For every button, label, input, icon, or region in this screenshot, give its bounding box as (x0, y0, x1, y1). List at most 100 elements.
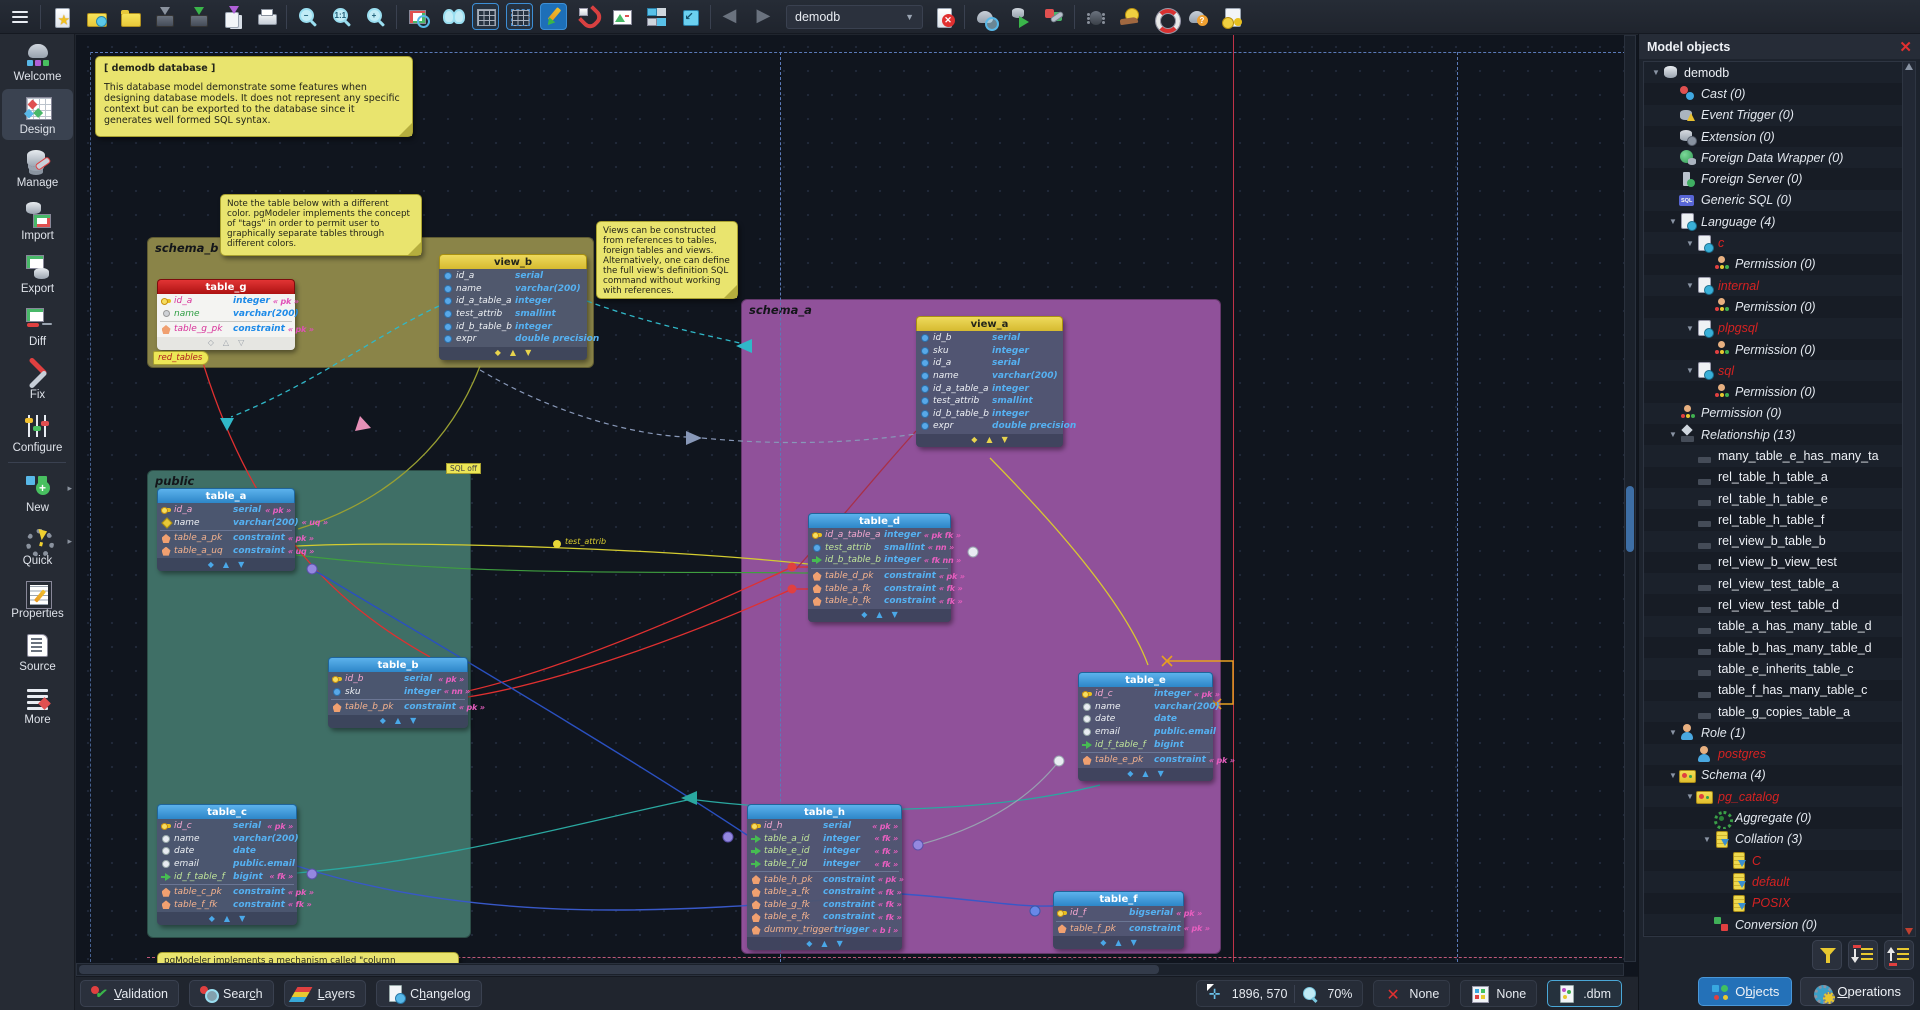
tree-item-generic-sql-0-[interactable]: Generic SQL (0) (1644, 190, 1902, 211)
report-bug-button[interactable] (1082, 3, 1109, 30)
export-model-button[interactable] (218, 3, 245, 30)
tree-item-sql[interactable]: ▼sql (1644, 360, 1902, 381)
collapse-icon[interactable]: ▲ (223, 561, 229, 569)
sidebar-item-properties[interactable]: Properties (2, 573, 73, 624)
table-table_b[interactable]: table_bid_bserial« pk »skuinteger« nn »t… (328, 657, 468, 728)
attribs-toggle-icon[interactable]: ◆ (1127, 770, 1133, 778)
about-pgmodeler-button[interactable] (1184, 3, 1211, 30)
tree-item-foreign-data-wrapper-0-[interactable]: Foreign Data Wrapper (0) (1644, 147, 1902, 168)
zoom-original-button[interactable] (328, 3, 355, 30)
attribs-toggle-icon[interactable]: ◆ (861, 611, 867, 619)
sidebar-item-export[interactable]: Export (2, 248, 73, 299)
expand-icon[interactable]: ▼ (1131, 939, 1137, 947)
print-model-button[interactable] (252, 3, 279, 30)
tree-item-conversion-0-[interactable]: Conversion (0) (1644, 914, 1902, 935)
expander-icon[interactable]: ▼ (1667, 430, 1679, 439)
expander-icon[interactable]: ▼ (1684, 324, 1696, 333)
compact-view-button[interactable] (676, 3, 703, 30)
close-panel-icon[interactable]: ✕ (1899, 38, 1912, 56)
attribs-toggle-icon[interactable]: ◆ (380, 717, 386, 725)
tree-item-collation-3-[interactable]: ▼Collation (3) (1644, 829, 1902, 850)
collapse-icon[interactable]: △ (223, 339, 229, 347)
expand-icon[interactable]: ▼ (892, 611, 898, 619)
close-model-button[interactable] (930, 3, 957, 30)
tree-item-rel_view_test_table_a[interactable]: rel_view_test_table_a (1644, 573, 1902, 594)
tree-item-table_e_inherits_table_c[interactable]: table_e_inherits_table_c (1644, 658, 1902, 679)
open-recent-button[interactable] (82, 3, 109, 30)
attribs-toggle-icon[interactable]: ◇ (208, 339, 214, 347)
canvas-hscroll[interactable] (76, 963, 1624, 976)
collapse-icon[interactable]: ▲ (1115, 939, 1121, 947)
expand-icon[interactable]: ▼ (239, 915, 245, 923)
show-grid-button[interactable] (472, 3, 499, 30)
model-overview-button[interactable] (404, 3, 431, 30)
edit-mode-button[interactable] (540, 3, 567, 30)
canvas-vscroll[interactable] (1624, 35, 1636, 962)
table-table_g[interactable]: table_gid_ainteger« pk »namevarchar(200)… (157, 279, 295, 350)
tree-item-role-1-[interactable]: ▼Role (1) (1644, 722, 1902, 743)
attribs-toggle-icon[interactable]: ◆ (495, 349, 501, 357)
sidebar-item-import[interactable]: Import (2, 195, 73, 246)
tree-item-rel_table_h_table_f[interactable]: rel_table_h_table_f (1644, 509, 1902, 530)
table-table_h[interactable]: table_hid_hserial« pk »table_a_idinteger… (747, 804, 902, 950)
expand-icon[interactable]: ▼ (1002, 436, 1008, 444)
tree-item-event-trigger-0-[interactable]: Event Trigger (0) (1644, 105, 1902, 126)
note-tags[interactable]: Note the table below with a different co… (220, 194, 422, 256)
zoom-out-button[interactable] (294, 3, 321, 30)
sidebar-item-welcome[interactable]: Welcome (2, 36, 73, 87)
tag-red_tables[interactable]: red_tables (153, 351, 209, 365)
sidebar-item-diff[interactable]: Diff (2, 301, 73, 352)
support-button[interactable] (1150, 3, 1177, 30)
expand-all-button[interactable] (1884, 940, 1914, 970)
tree-item-rel_view_test_table_d[interactable]: rel_view_test_table_d (1644, 594, 1902, 615)
tree-item-foreign-server-0-[interactable]: Foreign Server (0) (1644, 168, 1902, 189)
objects-view-button[interactable] (608, 3, 635, 30)
attribs-toggle-icon[interactable]: ◆ (209, 915, 215, 923)
file-type-badge[interactable]: .dbm (1547, 980, 1622, 1007)
tree-scrollbar[interactable] (1902, 62, 1915, 936)
tree-item-aggregate-0-[interactable]: Aggregate (0) (1644, 807, 1902, 828)
tree-item-language-4-[interactable]: ▼Language (4) (1644, 211, 1902, 232)
note-views[interactable]: Views can be constructed from references… (596, 221, 738, 299)
collapse-icon[interactable]: ▲ (395, 717, 401, 725)
show-page-delimiters-button[interactable] (506, 3, 533, 30)
duplicate-finder-button[interactable] (438, 3, 465, 30)
tree-item-plpgsql[interactable]: ▼plpgsql (1644, 318, 1902, 339)
license-button[interactable] (1218, 3, 1245, 30)
view-view_b[interactable]: view_bid_aserialnamevarchar(200)id_a_tab… (439, 254, 587, 360)
tree-item-demodb[interactable]: ▼demodb (1644, 62, 1902, 83)
tree-item-table_f_has_many_table_c[interactable]: table_f_has_many_table_c (1644, 680, 1902, 701)
tree-item-table_g_copies_table_a[interactable]: table_g_copies_table_a (1644, 701, 1902, 722)
validation-button[interactable]: Validation (80, 980, 179, 1007)
tree-item-rel_table_h_table_a[interactable]: rel_table_h_table_a (1644, 467, 1902, 488)
relationship-layout-button[interactable] (642, 3, 669, 30)
sidebar-item-source[interactable]: Source (2, 626, 73, 677)
nav-forward-button[interactable] (752, 3, 779, 30)
tree-item-schema-4-[interactable]: ▼Schema (4) (1644, 765, 1902, 786)
tree-item-permission-0-[interactable]: Permission (0) (1644, 296, 1902, 317)
main-menu-button[interactable] (6, 3, 33, 30)
tree-item-permission-0-[interactable]: Permission (0) (1644, 339, 1902, 360)
attribs-toggle-icon[interactable]: ◆ (971, 436, 977, 444)
attribs-toggle-icon[interactable]: ◆ (208, 561, 214, 569)
sidebar-item-more[interactable]: More (2, 679, 73, 730)
sidebar-item-design[interactable]: Design (2, 89, 73, 140)
tree-item-c[interactable]: C (1644, 850, 1902, 871)
collapse-icon[interactable]: ▲ (224, 915, 230, 923)
table-table_e[interactable]: table_eid_cinteger« pk »namevarchar(200)… (1078, 672, 1213, 781)
tree-item-internal[interactable]: ▼internal (1644, 275, 1902, 296)
attribs-toggle-icon[interactable]: ◆ (1100, 939, 1106, 947)
save-all-models-button[interactable] (184, 3, 211, 30)
expand-icon[interactable]: ▼ (525, 349, 531, 357)
collapse-all-button[interactable] (1848, 940, 1878, 970)
expand-icon[interactable]: ▼ (1158, 770, 1164, 778)
table-table_d[interactable]: table_did_a_table_ainteger« pk fk »test_… (808, 513, 951, 622)
expander-icon[interactable]: ▼ (1667, 771, 1679, 780)
zoom-in-button[interactable] (362, 3, 389, 30)
expander-icon[interactable]: ▼ (1684, 239, 1696, 248)
sidebar-item-new[interactable]: New▸ (2, 467, 73, 518)
attribs-toggle-icon[interactable]: ◆ (806, 940, 812, 948)
collapse-icon[interactable]: ▲ (821, 940, 827, 948)
design-canvas[interactable]: schema_b public schema_a (76, 35, 1638, 976)
expander-icon[interactable]: ▼ (1701, 835, 1713, 844)
